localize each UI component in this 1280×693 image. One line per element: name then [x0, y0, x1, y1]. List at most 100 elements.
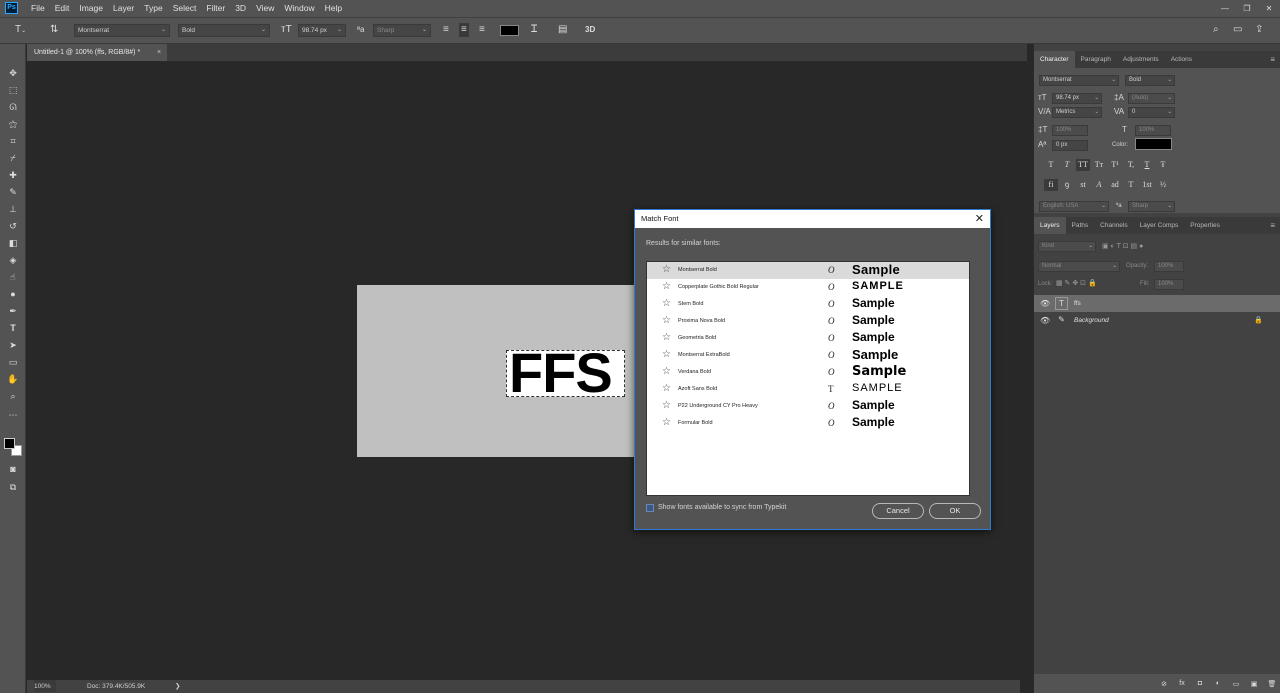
font-style-select[interactable]: Bold ⌄: [178, 24, 270, 37]
char-font-family-select[interactable]: Montserrat ⌄: [1039, 75, 1119, 86]
tab-actions[interactable]: Actions: [1165, 51, 1198, 68]
brush-tool-icon[interactable]: ✎: [6, 185, 20, 199]
menu-view[interactable]: View: [251, 0, 279, 17]
menu-layer[interactable]: Layer: [108, 0, 139, 17]
menu-file[interactable]: File: [26, 0, 50, 17]
close-window-button[interactable]: ✕: [1258, 0, 1280, 17]
subscript-button[interactable]: T,: [1124, 159, 1138, 171]
tab-character[interactable]: Character: [1034, 51, 1075, 68]
panel-menu-icon[interactable]: ≡: [1270, 51, 1275, 68]
star-icon[interactable]: ☆: [662, 349, 671, 361]
tab-layer-comps[interactable]: Layer Comps: [1134, 217, 1185, 234]
star-icon[interactable]: ☆: [662, 281, 671, 293]
layer-style-icon[interactable]: fx: [1173, 680, 1191, 687]
titling-button[interactable]: T: [1124, 179, 1138, 191]
fill-field[interactable]: 100%: [1154, 279, 1184, 290]
rectangle-tool-icon[interactable]: ▭: [6, 355, 20, 369]
foreground-color-swatch[interactable]: [4, 438, 15, 449]
layer-kind-filter[interactable]: Kind ⌄: [1038, 241, 1096, 252]
menu-edit[interactable]: Edit: [50, 0, 75, 17]
char-vscale-field[interactable]: 100%: [1052, 125, 1088, 136]
new-layer-icon[interactable]: ▣: [1245, 680, 1263, 688]
zoom-level[interactable]: 100%: [34, 680, 56, 692]
type-tool-preset-icon[interactable]: T⌄: [15, 23, 26, 38]
char-kerning-field[interactable]: Metrics ⌄: [1052, 107, 1102, 118]
font-result-row[interactable]: ☆ Proxima Nova Bold O Sample: [647, 313, 969, 330]
magic-wand-tool-icon[interactable]: ⚝: [6, 117, 20, 131]
type-tool-icon[interactable]: T: [6, 321, 20, 335]
search-icon[interactable]: ⌕: [1213, 23, 1219, 37]
star-icon[interactable]: ☆: [662, 298, 671, 310]
typekit-sync-checkbox[interactable]: [646, 504, 654, 512]
screen-mode-icon[interactable]: ⧉: [6, 480, 20, 494]
blend-mode-select[interactable]: Normal ⌄: [1038, 261, 1120, 272]
text-color-swatch[interactable]: [500, 25, 519, 36]
star-icon[interactable]: ☆: [662, 417, 671, 429]
ok-button[interactable]: OK: [929, 503, 981, 519]
tab-adjustments[interactable]: Adjustments: [1117, 51, 1165, 68]
char-antialias-select[interactable]: Sharp ⌄: [1128, 201, 1175, 212]
tab-paths[interactable]: Paths: [1066, 217, 1095, 234]
menu-3d[interactable]: 3D: [230, 0, 251, 17]
link-layers-icon[interactable]: ⊘: [1155, 680, 1173, 688]
old-style-button[interactable]: ꝯ: [1060, 179, 1074, 191]
font-result-row[interactable]: ☆ P22 Underground CY Pro Heavy O Sample: [647, 398, 969, 415]
swash-button[interactable]: A: [1092, 179, 1106, 191]
font-result-row[interactable]: ☆ Azoft Sans Bold T SAMPLE: [647, 381, 969, 398]
tab-channels[interactable]: Channels: [1094, 217, 1133, 234]
tab-paragraph[interactable]: Paragraph: [1075, 51, 1117, 68]
align-left-icon[interactable]: ≡: [443, 23, 449, 37]
star-icon[interactable]: ☆: [662, 332, 671, 344]
menu-window[interactable]: Window: [279, 0, 319, 17]
font-result-row[interactable]: ☆ Montserrat Bold O Sample: [647, 262, 969, 279]
layer-row-background[interactable]: 👁 ✎ Background 🔒: [1034, 312, 1280, 329]
opacity-field[interactable]: 100%: [1154, 261, 1184, 272]
crop-tool-icon[interactable]: ⌗: [6, 134, 20, 148]
new-group-icon[interactable]: ▭: [1227, 680, 1245, 688]
path-selection-tool-icon[interactable]: ➤: [6, 338, 20, 352]
layer-row-ffs[interactable]: 👁 T ffs: [1034, 295, 1280, 312]
minimize-button[interactable]: —: [1214, 0, 1236, 17]
font-result-row[interactable]: ☆ Formular Bold O Sample: [647, 415, 969, 432]
fractions-button[interactable]: ½: [1156, 179, 1170, 191]
clone-stamp-tool-icon[interactable]: ⊥: [6, 202, 20, 216]
cancel-button[interactable]: Cancel: [872, 503, 924, 519]
pen-tool-icon[interactable]: ✒: [6, 304, 20, 318]
align-right-icon[interactable]: ≡: [479, 23, 485, 37]
small-caps-button[interactable]: Tт: [1092, 159, 1106, 171]
status-arrow-icon[interactable]: ❯: [175, 680, 180, 693]
font-result-row[interactable]: ☆ Verdana Bold O Sample: [647, 364, 969, 381]
visibility-eye-icon[interactable]: 👁: [1040, 315, 1050, 326]
smudge-tool-icon[interactable]: ☝: [6, 270, 20, 284]
zoom-tool-icon[interactable]: ⌕: [6, 389, 20, 403]
layer-name[interactable]: ffs: [1074, 295, 1081, 312]
ordinals-button[interactable]: 1st: [1140, 179, 1154, 191]
menu-help[interactable]: Help: [320, 0, 347, 17]
layer-mask-icon[interactable]: ◘: [1191, 680, 1209, 687]
adjustment-layer-icon[interactable]: ◐: [1209, 680, 1227, 687]
more-tools-icon[interactable]: ⋯: [6, 408, 20, 422]
antialias-select[interactable]: Sharp ⌄: [373, 24, 431, 37]
char-tracking-field[interactable]: 0 ⌄: [1128, 107, 1175, 118]
move-tool-icon[interactable]: ✥: [6, 66, 20, 80]
star-icon[interactable]: ☆: [662, 366, 671, 378]
char-leading-field[interactable]: (Auto) ⌄: [1128, 93, 1175, 104]
layer-name[interactable]: Background: [1074, 312, 1109, 329]
star-icon[interactable]: ☆: [662, 400, 671, 412]
character-panel-toggle-icon[interactable]: ▤: [558, 23, 567, 37]
strikethrough-button[interactable]: Ŧ: [1156, 159, 1170, 171]
tab-layers[interactable]: Layers: [1034, 217, 1066, 234]
menu-select[interactable]: Select: [168, 0, 202, 17]
workspace-icon[interactable]: ▭: [1233, 23, 1242, 37]
lasso-tool-icon[interactable]: ᘏ: [6, 100, 20, 114]
align-center-icon[interactable]: ≡: [459, 23, 469, 37]
star-icon[interactable]: ☆: [662, 383, 671, 395]
hand-tool-icon[interactable]: ✋: [6, 372, 20, 386]
char-baseline-field[interactable]: 0 px: [1052, 140, 1088, 151]
warp-text-icon[interactable]: Ꮖ: [531, 23, 538, 37]
close-tab-icon[interactable]: ×: [157, 44, 161, 61]
star-icon[interactable]: ☆: [662, 315, 671, 327]
star-icon[interactable]: ☆: [662, 264, 671, 276]
canvas-text-layer[interactable]: FFS: [509, 338, 613, 408]
underline-button[interactable]: T: [1140, 159, 1154, 171]
